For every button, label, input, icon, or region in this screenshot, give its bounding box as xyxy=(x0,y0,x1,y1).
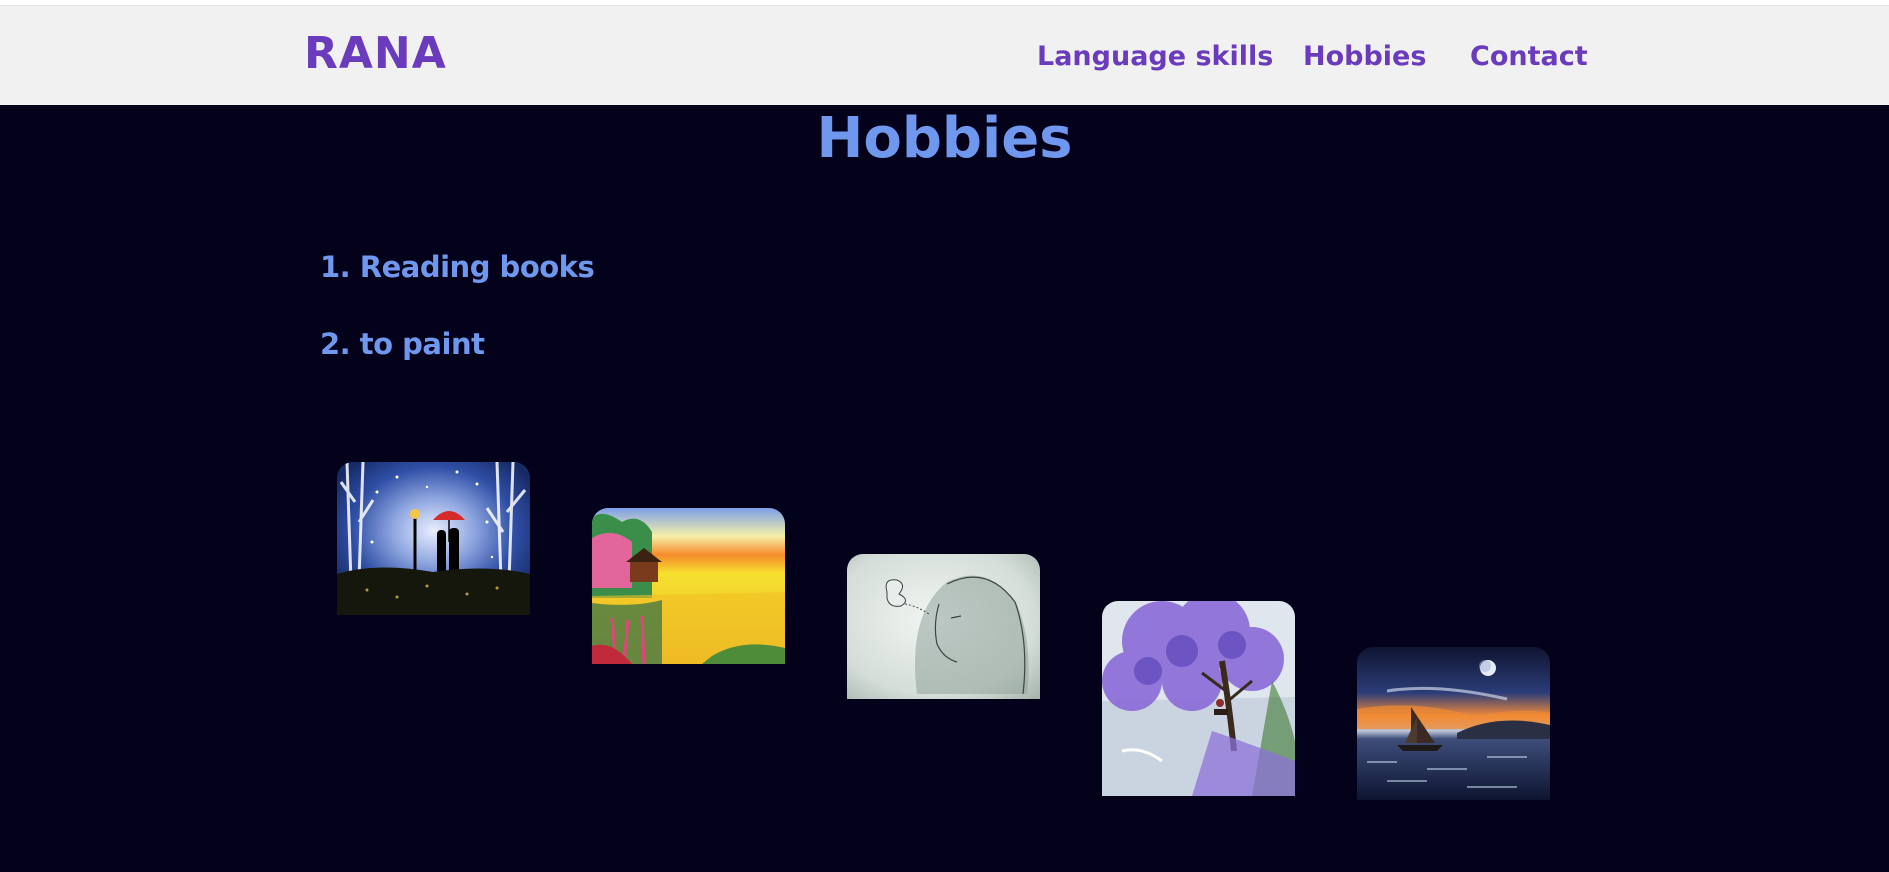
painting-pencil-sketch xyxy=(847,554,1040,699)
section-heading: Hobbies xyxy=(816,106,1073,171)
hobby-item-paint: 2. to paint xyxy=(320,327,485,361)
nav-link-hobbies[interactable]: Hobbies xyxy=(1303,41,1426,72)
nav-link-language-skills[interactable]: Language skills xyxy=(1037,41,1273,72)
painting-purple-tree xyxy=(1102,601,1295,796)
painting-sunset-lake xyxy=(592,508,785,664)
navbar: RANA Language skills Hobbies Contact xyxy=(0,5,1889,105)
brand-logo[interactable]: RANA xyxy=(304,28,447,79)
painting-sailboat-sea xyxy=(1357,647,1550,800)
painting-couple-umbrella xyxy=(337,462,530,615)
hobby-item-reading: 1. Reading books xyxy=(320,250,595,284)
nav-link-contact[interactable]: Contact xyxy=(1470,41,1588,72)
